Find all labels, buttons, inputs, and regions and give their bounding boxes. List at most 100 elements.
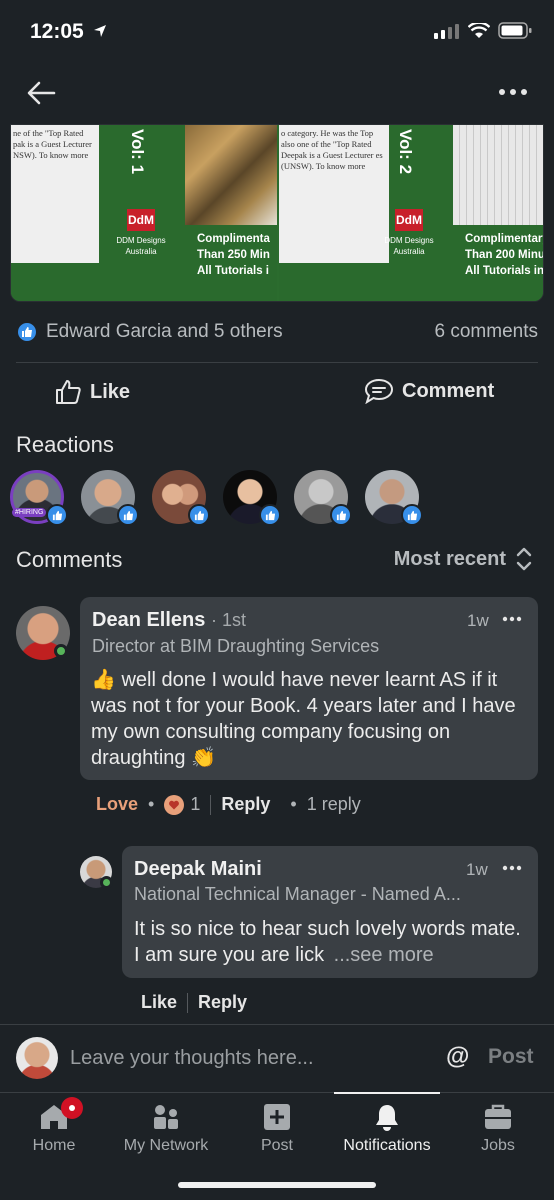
comment-more-button[interactable] — [502, 605, 522, 628]
book-promo: Complimenta Than 250 Min All Tutorials i — [197, 231, 277, 279]
tab-jobs-icon-wrap — [483, 1103, 513, 1131]
commenter-name[interactable]: Deepak Maini — [134, 858, 262, 881]
post-icon — [264, 1104, 290, 1130]
reaction-count[interactable]: 1 — [190, 794, 200, 815]
clap-emoji: 👏 — [191, 747, 216, 769]
sort-comments-button[interactable]: Most recent — [394, 546, 532, 572]
divider — [210, 794, 212, 815]
book-brand: DDM Designs Australia — [116, 236, 166, 256]
comments-count[interactable]: 6 comments — [435, 321, 538, 343]
tab-my-network[interactable]: My Network — [110, 1093, 222, 1163]
reply-button[interactable]: Reply — [221, 794, 270, 815]
more-options-button[interactable] — [498, 84, 528, 104]
book-cover-vol1: ne of the "Top Rated pak is a Guest Lect… — [11, 125, 277, 301]
love-reaction-icon — [164, 794, 185, 815]
comment-text: well done I would have never learnt AS i… — [91, 669, 516, 769]
post-actions: Like Comment — [0, 364, 554, 422]
comment-button[interactable]: Comment — [364, 378, 494, 404]
bell-icon — [376, 1105, 398, 1131]
book-spine-strip — [279, 263, 367, 301]
reply-button[interactable]: Reply — [198, 992, 247, 1013]
book-drawing — [453, 125, 543, 225]
dot-separator: • — [290, 794, 297, 814]
reactor-avatar[interactable] — [152, 470, 210, 526]
comment-timestamp: 1w — [466, 860, 488, 879]
promo-line: Than 200 Minut — [465, 249, 544, 261]
comment-body: 👍 well done I would have never learnt AS… — [91, 667, 531, 771]
tab-label: My Network — [123, 1137, 209, 1154]
divider — [16, 362, 538, 363]
dot-separator: • — [148, 794, 155, 814]
tab-home-icon-wrap — [39, 1097, 83, 1131]
promo-line: All Tutorials in th — [465, 265, 544, 277]
cellular-signal-icon — [434, 23, 459, 39]
thumbs-up-icon — [56, 380, 81, 404]
sort-label: Most recent — [393, 547, 506, 570]
home-indicator[interactable] — [178, 1182, 376, 1188]
promo-line: Complimenta — [197, 233, 270, 245]
like-reaction-icon — [330, 504, 352, 526]
reactor-avatar[interactable] — [294, 470, 352, 526]
like-reaction-icon — [259, 504, 281, 526]
sort-chevrons-icon — [516, 547, 532, 571]
tab-post[interactable]: Post — [242, 1093, 312, 1163]
tab-jobs[interactable]: Jobs — [460, 1093, 536, 1163]
promo-line: All Tutorials i — [197, 265, 269, 277]
reactor-avatar[interactable] — [223, 470, 281, 526]
tab-label: Jobs — [481, 1137, 515, 1154]
tab-post-icon-wrap — [263, 1103, 291, 1131]
reactions-title: Reactions — [16, 432, 114, 457]
love-button[interactable]: Love — [96, 794, 138, 815]
notification-badge — [61, 1097, 83, 1119]
book-promo: Complimentary Than 200 Minut All Tutoria… — [465, 231, 544, 279]
like-button[interactable]: Like — [54, 378, 130, 406]
like-reaction-icon — [117, 504, 139, 526]
online-indicator — [100, 876, 113, 889]
commenter-headline: National Technical Manager - Named A... — [134, 884, 461, 904]
divider — [187, 992, 189, 1013]
comment-input[interactable]: Leave your thoughts here... — [70, 1047, 314, 1070]
tab-notifications[interactable]: Notifications — [334, 1092, 440, 1163]
tab-label: Notifications — [343, 1137, 431, 1154]
commenter-name-row[interactable]: Dean Ellens · 1st — [92, 609, 246, 632]
promo-line: Complimentary — [465, 233, 544, 245]
reactor-avatar[interactable] — [365, 470, 423, 526]
book-blurb: ne of the "Top Rated pak is a Guest Lect… — [11, 125, 99, 263]
status-time: 12:05 — [30, 20, 108, 44]
reactor-avatar[interactable]: #HIRING — [10, 470, 68, 526]
tab-network-icon-wrap — [151, 1103, 181, 1131]
commenter-name[interactable]: Dean Ellens — [92, 609, 205, 631]
tab-notifications-icon-wrap — [373, 1103, 401, 1131]
reactions-link[interactable]: Edward Garcia and 5 others — [46, 321, 283, 343]
book-photo — [185, 125, 277, 225]
promo-line: Than 250 Min — [197, 249, 270, 261]
reactor-avatar[interactable] — [81, 470, 139, 526]
comment-composer: Leave your thoughts here... @ Post — [0, 1024, 554, 1092]
replies-count[interactable]: 1 reply — [307, 794, 361, 815]
more-dots-icon — [499, 89, 527, 95]
mention-button[interactable]: @ — [446, 1043, 469, 1071]
book-spine-strip — [11, 263, 99, 301]
comment-label: Comment — [402, 379, 495, 402]
like-reaction-icon — [401, 504, 423, 526]
back-button[interactable] — [24, 78, 60, 110]
comments-title: Comments — [16, 547, 123, 572]
ddm-logo: DdM — [127, 209, 155, 231]
comment-timestamp: 1w — [467, 611, 489, 630]
book-volume: Vol: 1 — [128, 129, 147, 175]
tab-home[interactable]: Home — [14, 1093, 94, 1163]
post-image[interactable]: ne of the "Top Rated pak is a Guest Lect… — [10, 124, 544, 302]
status-icons — [434, 22, 532, 39]
post-comment-button[interactable]: Post — [488, 1045, 534, 1069]
online-indicator — [54, 644, 68, 658]
thumbs-up-emoji: 👍 — [91, 669, 116, 691]
comment-card: Dean Ellens · 1st Director at BIM Draugh… — [80, 597, 538, 780]
comment-more-button[interactable] — [502, 854, 522, 877]
book-cover-vol2: o category. He was the Top also one of t… — [279, 125, 544, 301]
see-more-link[interactable]: ...see more — [334, 944, 434, 966]
location-arrow-icon — [93, 25, 106, 37]
book-blurb: o category. He was the Top also one of t… — [279, 125, 389, 263]
my-avatar — [16, 1037, 58, 1079]
like-comment-button[interactable]: Like — [141, 992, 177, 1013]
comment-body: It is so nice to hear such lovely words … — [134, 916, 530, 968]
